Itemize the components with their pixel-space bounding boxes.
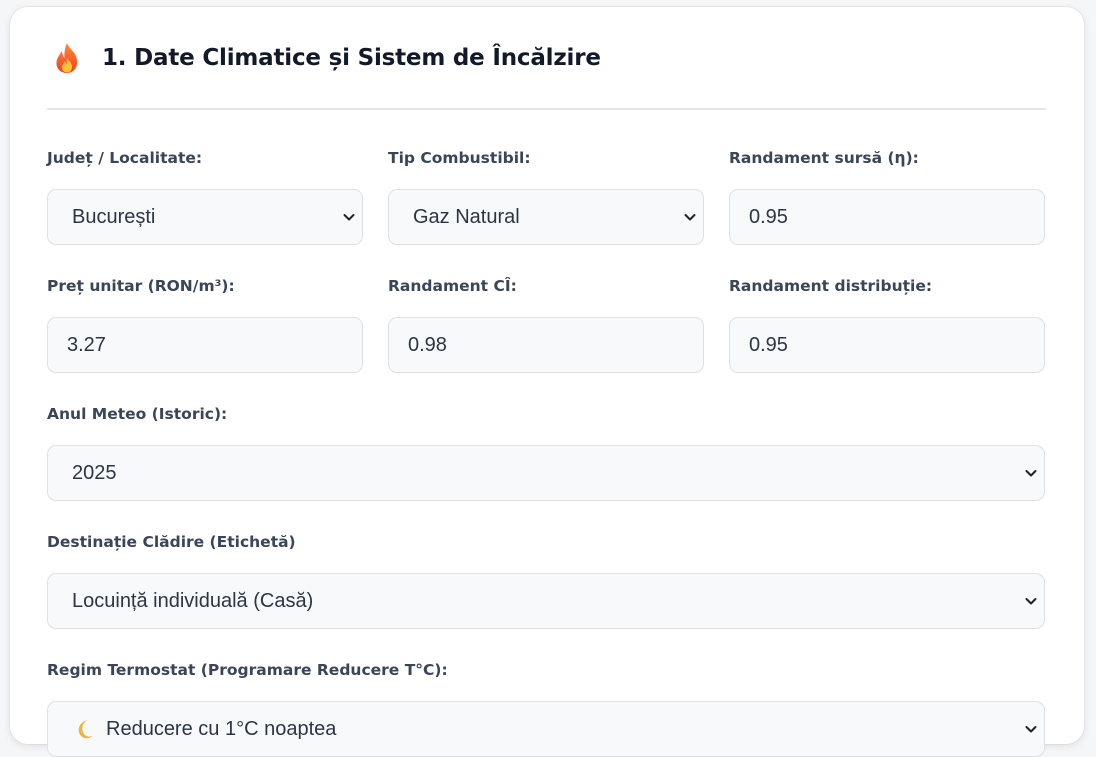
termostat-field: Regim Termostat (Programare Reducere T°C…	[47, 659, 1046, 757]
destinatie-select[interactable]: Locuință individuală (Casă)	[47, 573, 1045, 629]
randament-distributie-input[interactable]: 0.95	[729, 317, 1045, 373]
pret-unitar-input[interactable]: 3.27	[47, 317, 363, 373]
judet-value: București	[72, 205, 156, 228]
randament-sursa-value: 0.95	[749, 205, 788, 228]
judet-field: Județ / Localitate: București	[47, 147, 363, 245]
chevron-down-icon	[684, 214, 696, 221]
crescent-moon-icon	[78, 720, 93, 739]
judet-select[interactable]: București	[47, 189, 363, 245]
randament-sursa-label: Randament sursă (η):	[729, 149, 919, 167]
chevron-down-icon	[1025, 470, 1037, 477]
section-title: 1. Date Climatice și Sistem de Încălzire	[102, 44, 601, 71]
randament-ci-value: 0.98	[408, 333, 447, 356]
destinatie-value: Locuință individuală (Casă)	[72, 589, 314, 612]
pret-unitar-value: 3.27	[67, 333, 106, 356]
termostat-select[interactable]: Reducere cu 1°C noaptea	[47, 701, 1045, 757]
randament-sursa-field: Randament sursă (η): 0.95	[729, 147, 1045, 245]
climate-heating-card: 1. Date Climatice și Sistem de Încălzire…	[10, 7, 1084, 757]
combustibil-value: Gaz Natural	[413, 205, 520, 228]
randament-ci-label: Randament CÎ:	[388, 277, 517, 295]
chevron-down-icon	[343, 214, 355, 221]
destinatie-field: Destinație Clădire (Etichetă) Locuință i…	[47, 531, 1046, 629]
flame-icon	[56, 42, 78, 73]
pret-unitar-label: Preț unitar (RON/m³):	[47, 277, 235, 295]
anul-meteo-field: Anul Meteo (Istoric): 2025	[47, 403, 1046, 501]
fields-row-2: Preț unitar (RON/m³): 3.27 Randament CÎ:…	[47, 275, 1046, 373]
anul-meteo-label: Anul Meteo (Istoric):	[47, 405, 228, 423]
randament-distributie-value: 0.95	[749, 333, 788, 356]
section-header: 1. Date Climatice și Sistem de Încălzire	[47, 7, 1046, 110]
anul-meteo-value: 2025	[72, 461, 117, 484]
termostat-value-wrap: Reducere cu 1°C noaptea	[72, 718, 336, 741]
randament-ci-input[interactable]: 0.98	[388, 317, 704, 373]
pret-unitar-field: Preț unitar (RON/m³): 3.27	[47, 275, 363, 373]
randament-sursa-input[interactable]: 0.95	[729, 189, 1045, 245]
termostat-label: Regim Termostat (Programare Reducere T°C…	[47, 661, 448, 679]
combustibil-select[interactable]: Gaz Natural	[388, 189, 704, 245]
randament-distributie-label: Randament distribuție:	[729, 277, 933, 295]
termostat-value: Reducere cu 1°C noaptea	[106, 717, 337, 740]
fields-row-1: Județ / Localitate: București Tip Combus…	[47, 147, 1046, 245]
destinatie-label: Destinație Clădire (Etichetă)	[47, 533, 296, 551]
chevron-down-icon	[1025, 726, 1037, 733]
judet-label: Județ / Localitate:	[47, 149, 203, 167]
chevron-down-icon	[1025, 598, 1037, 605]
randament-ci-field: Randament CÎ: 0.98	[388, 275, 704, 373]
randament-distributie-field: Randament distribuție: 0.95	[729, 275, 1045, 373]
combustibil-field: Tip Combustibil: Gaz Natural	[388, 147, 704, 245]
anul-meteo-select[interactable]: 2025	[47, 445, 1045, 501]
combustibil-label: Tip Combustibil:	[388, 149, 531, 167]
